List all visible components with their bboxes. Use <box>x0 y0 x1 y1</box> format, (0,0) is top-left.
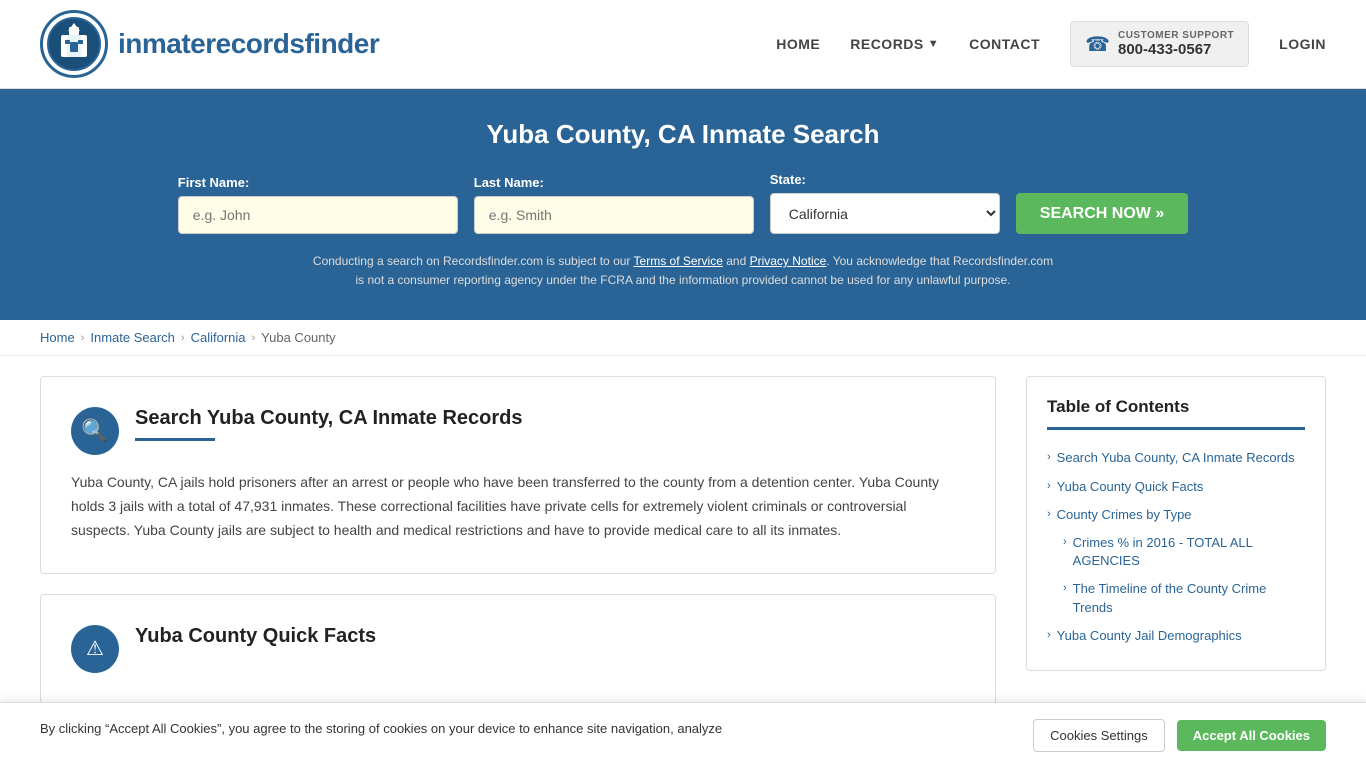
breadcrumb-california[interactable]: California <box>191 330 246 345</box>
search-button[interactable]: SEARCH NOW » <box>1016 193 1188 234</box>
logo-bold: finder <box>304 28 379 59</box>
hero-section: Yuba County, CA Inmate Search First Name… <box>0 89 1366 320</box>
first-name-label: First Name: <box>178 175 250 190</box>
quick-facts-card: ⚠ Yuba County Quick Facts <box>40 594 996 704</box>
toc-link[interactable]: County Crimes by Type <box>1057 506 1192 524</box>
chevron-right-icon: › <box>1063 536 1067 548</box>
chevron-right-icon: › <box>1047 629 1051 641</box>
card-title-1: Search Yuba County, CA Inmate Records <box>135 407 965 430</box>
nav-records[interactable]: RECORDS ▼ <box>850 36 939 52</box>
card-header-1: 🔍 Search Yuba County, CA Inmate Records <box>71 407 965 455</box>
breadcrumb-home[interactable]: Home <box>40 330 75 345</box>
breadcrumb: Home › Inmate Search › California › Yuba… <box>0 320 1366 356</box>
breadcrumb-yuba-county: Yuba County <box>261 330 335 345</box>
main-content: 🔍 Search Yuba County, CA Inmate Records … <box>0 356 1366 723</box>
breadcrumb-sep-2: › <box>181 332 185 344</box>
cookie-accept-button[interactable]: Accept All Cookies <box>1177 720 1326 751</box>
tos-link[interactable]: Terms of Service <box>634 254 723 268</box>
breadcrumb-inmate-search[interactable]: Inmate Search <box>90 330 175 345</box>
qf-title: Yuba County Quick Facts <box>135 625 376 648</box>
toc-list: › Search Yuba County, CA Inmate Records › Y… <box>1047 444 1305 650</box>
customer-support-box: ☎ CUSTOMER SUPPORT 800-433-0567 <box>1070 21 1249 67</box>
toc-item: › Yuba County Quick Facts <box>1047 473 1305 501</box>
toc-card: Table of Contents › Search Yuba County, C… <box>1026 376 1326 671</box>
nav-login[interactable]: LOGIN <box>1279 36 1326 52</box>
qf-title-area: Yuba County Quick Facts <box>135 625 376 648</box>
sidebar: Table of Contents › Search Yuba County, C… <box>1026 376 1326 703</box>
support-label: CUSTOMER SUPPORT <box>1118 30 1234 41</box>
support-text: CUSTOMER SUPPORT 800-433-0567 <box>1118 30 1234 58</box>
logo-icon <box>40 10 108 78</box>
chevron-right-icon: › <box>1063 582 1067 594</box>
site-header: inmaterecordsfinder HOME RECORDS ▼ CONTA… <box>0 0 1366 89</box>
last-name-label: Last Name: <box>474 175 544 190</box>
logo-area: inmaterecordsfinder <box>40 10 379 78</box>
toc-item: › The Timeline of the County Crime Trends <box>1047 575 1305 621</box>
state-label: State: <box>770 172 806 187</box>
chevron-right-icon: › <box>1047 480 1051 492</box>
card-title-underline-1 <box>135 438 215 441</box>
inmate-records-card: 🔍 Search Yuba County, CA Inmate Records … <box>40 376 996 573</box>
main-nav: HOME RECORDS ▼ CONTACT ☎ CUSTOMER SUPPOR… <box>776 21 1326 67</box>
cookie-banner: By clicking “Accept All Cookies”, you ag… <box>0 702 1366 768</box>
breadcrumb-sep-3: › <box>252 332 256 344</box>
nav-records-label: RECORDS <box>850 36 924 52</box>
toc-link[interactable]: The Timeline of the County Crime Trends <box>1073 580 1305 616</box>
toc-item: › Yuba County Jail Demographics <box>1047 622 1305 650</box>
toc-link[interactable]: Search Yuba County, CA Inmate Records <box>1057 449 1295 467</box>
last-name-input[interactable] <box>474 196 754 234</box>
chevron-down-icon: ▼ <box>928 38 939 50</box>
toc-link[interactable]: Yuba County Jail Demographics <box>1057 627 1242 645</box>
toc-link[interactable]: Crimes % in 2016 - TOTAL ALL AGENCIES <box>1073 534 1305 570</box>
card-body-1: Yuba County, CA jails hold prisoners aft… <box>71 471 965 542</box>
breadcrumb-sep-1: › <box>81 332 85 344</box>
first-name-group: First Name: <box>178 175 458 234</box>
phone-icon: ☎ <box>1085 32 1110 57</box>
state-group: State: AlabamaAlaskaArizonaArkansasCalif… <box>770 172 1000 234</box>
toc-link[interactable]: Yuba County Quick Facts <box>1057 478 1204 496</box>
cookie-settings-button[interactable]: Cookies Settings <box>1033 719 1165 752</box>
card-title-area-1: Search Yuba County, CA Inmate Records <box>135 407 965 441</box>
hero-disclaimer: Conducting a search on Recordsfinder.com… <box>308 252 1058 290</box>
quick-facts-header: ⚠ Yuba County Quick Facts <box>71 625 965 673</box>
toc-item: › Crimes % in 2016 - TOTAL ALL AGENCIES <box>1047 529 1305 575</box>
nav-home[interactable]: HOME <box>776 36 820 52</box>
cookie-buttons: Cookies Settings Accept All Cookies <box>1033 719 1326 752</box>
privacy-link[interactable]: Privacy Notice <box>750 254 827 268</box>
state-select[interactable]: AlabamaAlaskaArizonaArkansasCaliforniaCo… <box>770 193 1000 234</box>
logo-plain: inmaterecords <box>118 28 304 59</box>
first-name-input[interactable] <box>178 196 458 234</box>
alert-icon: ⚠ <box>71 625 119 673</box>
toc-divider <box>1047 427 1305 430</box>
nav-contact[interactable]: CONTACT <box>969 36 1040 52</box>
toc-item: › County Crimes by Type <box>1047 501 1305 529</box>
hero-title: Yuba County, CA Inmate Search <box>40 119 1326 150</box>
search-form: First Name: Last Name: State: AlabamaAla… <box>40 172 1326 234</box>
chevron-right-icon: › <box>1047 508 1051 520</box>
content-area: 🔍 Search Yuba County, CA Inmate Records … <box>40 376 1026 703</box>
logo-text: inmaterecordsfinder <box>118 28 379 60</box>
toc-title: Table of Contents <box>1047 397 1305 417</box>
chevron-right-icon: › <box>1047 451 1051 463</box>
toc-item: › Search Yuba County, CA Inmate Records <box>1047 444 1305 472</box>
search-icon: 🔍 <box>71 407 119 455</box>
support-number: 800-433-0567 <box>1118 41 1234 58</box>
cookie-text: By clicking “Accept All Cookies”, you ag… <box>40 719 1013 739</box>
last-name-group: Last Name: <box>474 175 754 234</box>
